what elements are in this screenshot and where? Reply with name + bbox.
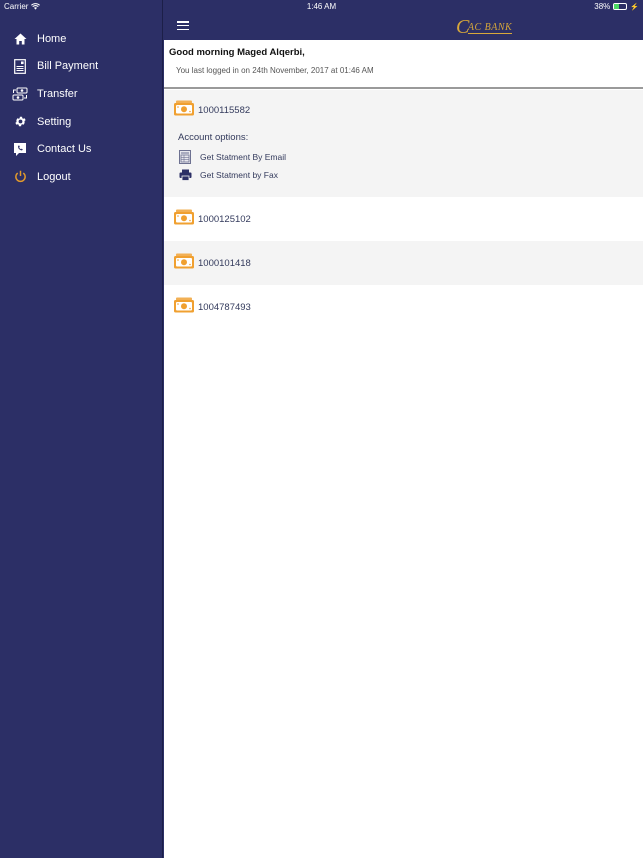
contact-phone-icon	[12, 141, 28, 157]
account-number: 1000115582	[198, 104, 251, 116]
accounts-list: 1000115582 Account options: Get Statment…	[164, 90, 643, 329]
power-icon	[12, 169, 28, 185]
transfer-icon	[12, 86, 28, 102]
statement-document-icon	[178, 150, 192, 164]
battery-percent: 38%	[594, 2, 611, 11]
sidebar-item-label: Transfer	[37, 87, 78, 100]
sidebar-item-label: Logout	[37, 170, 71, 183]
bill-icon	[12, 58, 28, 74]
account-options: Account options: Get Statment By Email G…	[164, 130, 643, 197]
sidebar-menu: Home Bill Payment Transfer Setting Conta…	[0, 25, 163, 191]
money-icon	[173, 297, 195, 318]
hamburger-line	[177, 28, 189, 30]
account-number: 1000125102	[198, 213, 251, 225]
clock: 1:46 AM	[306, 2, 337, 11]
sidebar-item-label: Contact Us	[37, 143, 92, 156]
account-row[interactable]: 1004787493	[164, 285, 643, 329]
account-item: 1000115582 Account options: Get Statment…	[164, 90, 643, 197]
option-label: Get Statment by Fax	[200, 170, 278, 180]
get-statement-email-button[interactable]: Get Statment By Email	[178, 148, 643, 166]
account-item: 1000101418	[164, 241, 643, 285]
money-icon	[173, 100, 195, 121]
account-row[interactable]: 1000125102	[164, 197, 643, 241]
account-item: 1004787493	[164, 285, 643, 329]
printer-icon	[178, 168, 192, 182]
sidebar-item-label: Home	[37, 32, 67, 45]
money-icon	[173, 209, 195, 230]
battery-indicator: 38% ⚡	[594, 2, 639, 11]
account-item: 1000125102	[164, 197, 643, 241]
sidebar-item-bill-payment[interactable]: Bill Payment	[0, 53, 163, 81]
logo-text: AC BANK	[467, 22, 513, 34]
greeting-title: Good morning Maged Alqerbi,	[169, 47, 305, 58]
hamburger-line	[177, 24, 189, 27]
charging-icon: ⚡	[630, 3, 639, 11]
account-options-header: Account options:	[178, 132, 249, 143]
home-icon	[12, 31, 28, 47]
hamburger-line	[177, 21, 189, 23]
main-panel: CAC BANK Good morning Maged Alqerbi, You…	[164, 0, 643, 858]
account-row[interactable]: 1000101418	[164, 241, 643, 285]
sidebar: Home Bill Payment Transfer Setting Conta…	[0, 0, 163, 858]
bank-logo: CAC BANK	[456, 16, 513, 39]
sidebar-item-label: Bill Payment	[37, 60, 99, 73]
sidebar-item-setting[interactable]: Setting	[0, 108, 163, 136]
gear-icon	[12, 114, 28, 130]
option-label: Get Statment By Email	[200, 152, 286, 162]
battery-icon	[613, 3, 628, 10]
greeting-panel: Good morning Maged Alqerbi, You last log…	[164, 40, 643, 89]
menu-toggle-button[interactable]	[177, 21, 189, 30]
account-number: 1004787493	[198, 301, 251, 313]
account-row[interactable]: 1000115582	[164, 90, 643, 130]
status-bar: Carrier 1:46 AM 38% ⚡	[0, 0, 643, 14]
sidebar-item-logout[interactable]: Logout	[0, 163, 163, 191]
sidebar-item-home[interactable]: Home	[0, 25, 163, 53]
account-number: 1000101418	[198, 257, 251, 269]
sidebar-item-transfer[interactable]: Transfer	[0, 80, 163, 108]
get-statement-fax-button[interactable]: Get Statment by Fax	[178, 166, 643, 184]
sidebar-item-contact-us[interactable]: Contact Us	[0, 135, 163, 163]
sidebar-item-label: Setting	[37, 115, 72, 128]
money-icon	[173, 253, 195, 274]
last-login-text: You last logged in on 24th November, 201…	[176, 66, 374, 75]
